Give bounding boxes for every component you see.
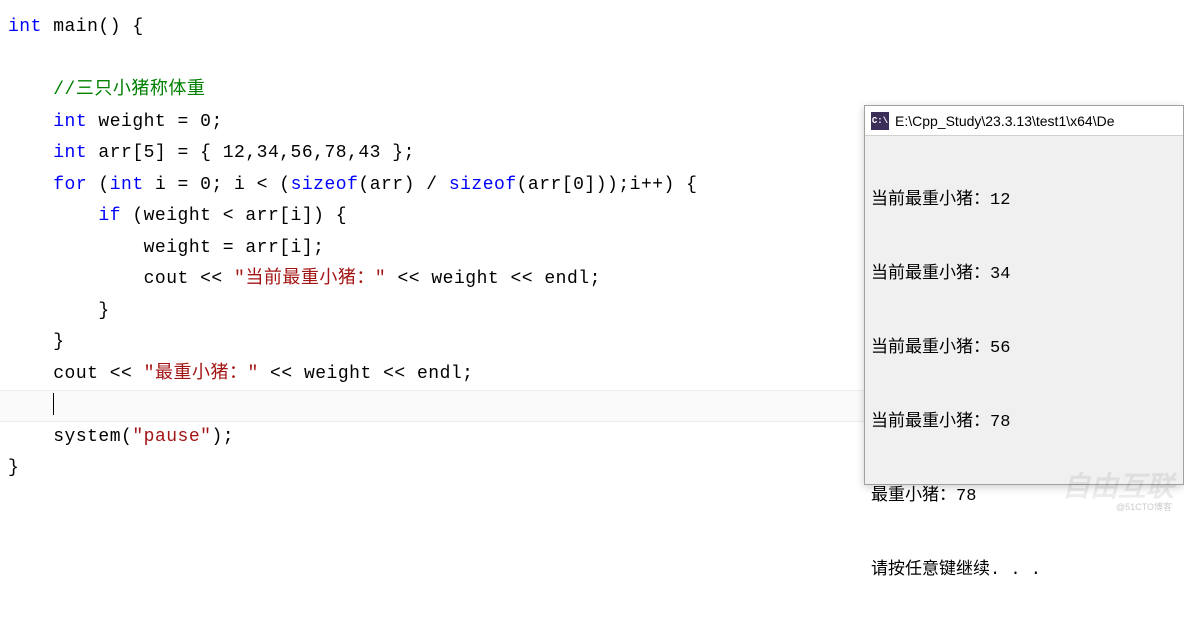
string-literal: "最重小猪：": [144, 364, 259, 384]
text-cursor: [53, 393, 54, 415]
code-line: int weight = 0;: [8, 107, 860, 139]
code-line: cout << "当前最重小猪：" << weight << endl;: [8, 264, 860, 296]
keyword-sizeof: sizeof: [449, 175, 517, 195]
code-line: weight = arr[i];: [8, 233, 860, 265]
string-literal: "pause": [132, 427, 211, 447]
code-editor[interactable]: int main() { //三只小猪称体重 int weight = 0; i…: [0, 0, 860, 497]
code-line: cout << "最重小猪：" << weight << endl;: [8, 359, 860, 391]
console-line: 当前最重小猪：56: [871, 337, 1177, 362]
console-icon: C:\: [871, 112, 889, 130]
code-line-cursor: [8, 390, 860, 422]
console-title: E:\Cpp_Study\23.3.13\test1\x64\De: [895, 113, 1114, 129]
console-line: 请按任意键继续. . .: [871, 559, 1177, 584]
keyword-sizeof: sizeof: [291, 175, 359, 195]
console-line: 当前最重小猪：12: [871, 189, 1177, 214]
console-output: 当前最重小猪：12 当前最重小猪：34 当前最重小猪：56 当前最重小猪：78 …: [865, 136, 1183, 637]
code-line: //三只小猪称体重: [8, 75, 860, 107]
code-line-blank: [8, 44, 860, 76]
keyword-if: if: [98, 206, 121, 226]
code-line: system("pause");: [8, 422, 860, 454]
keyword-int: int: [110, 175, 144, 195]
keyword-int: int: [8, 17, 42, 37]
console-window[interactable]: C:\ E:\Cpp_Study\23.3.13\test1\x64\De 当前…: [864, 105, 1184, 485]
code-line: int arr[5] = { 12,34,56,78,43 };: [8, 138, 860, 170]
console-titlebar[interactable]: C:\ E:\Cpp_Study\23.3.13\test1\x64\De: [865, 106, 1183, 136]
code-line: }: [8, 453, 860, 485]
code-line: }: [8, 327, 860, 359]
code-line: if (weight < arr[i]) {: [8, 201, 860, 233]
keyword-int: int: [53, 112, 87, 132]
watermark-credit: @51CTO博客: [1116, 500, 1172, 513]
code-line: }: [8, 296, 860, 328]
code-line: int main() {: [8, 12, 860, 44]
comment: //三只小猪称体重: [53, 80, 205, 100]
console-line: 当前最重小猪：34: [871, 263, 1177, 288]
keyword-int: int: [53, 143, 87, 163]
code-line: for (int i = 0; i < (sizeof(arr) / sizeo…: [8, 170, 860, 202]
keyword-for: for: [53, 175, 87, 195]
watermark-logo: 自由互联: [1062, 465, 1174, 505]
string-literal: "当前最重小猪：": [234, 269, 386, 289]
console-line: 当前最重小猪：78: [871, 411, 1177, 436]
